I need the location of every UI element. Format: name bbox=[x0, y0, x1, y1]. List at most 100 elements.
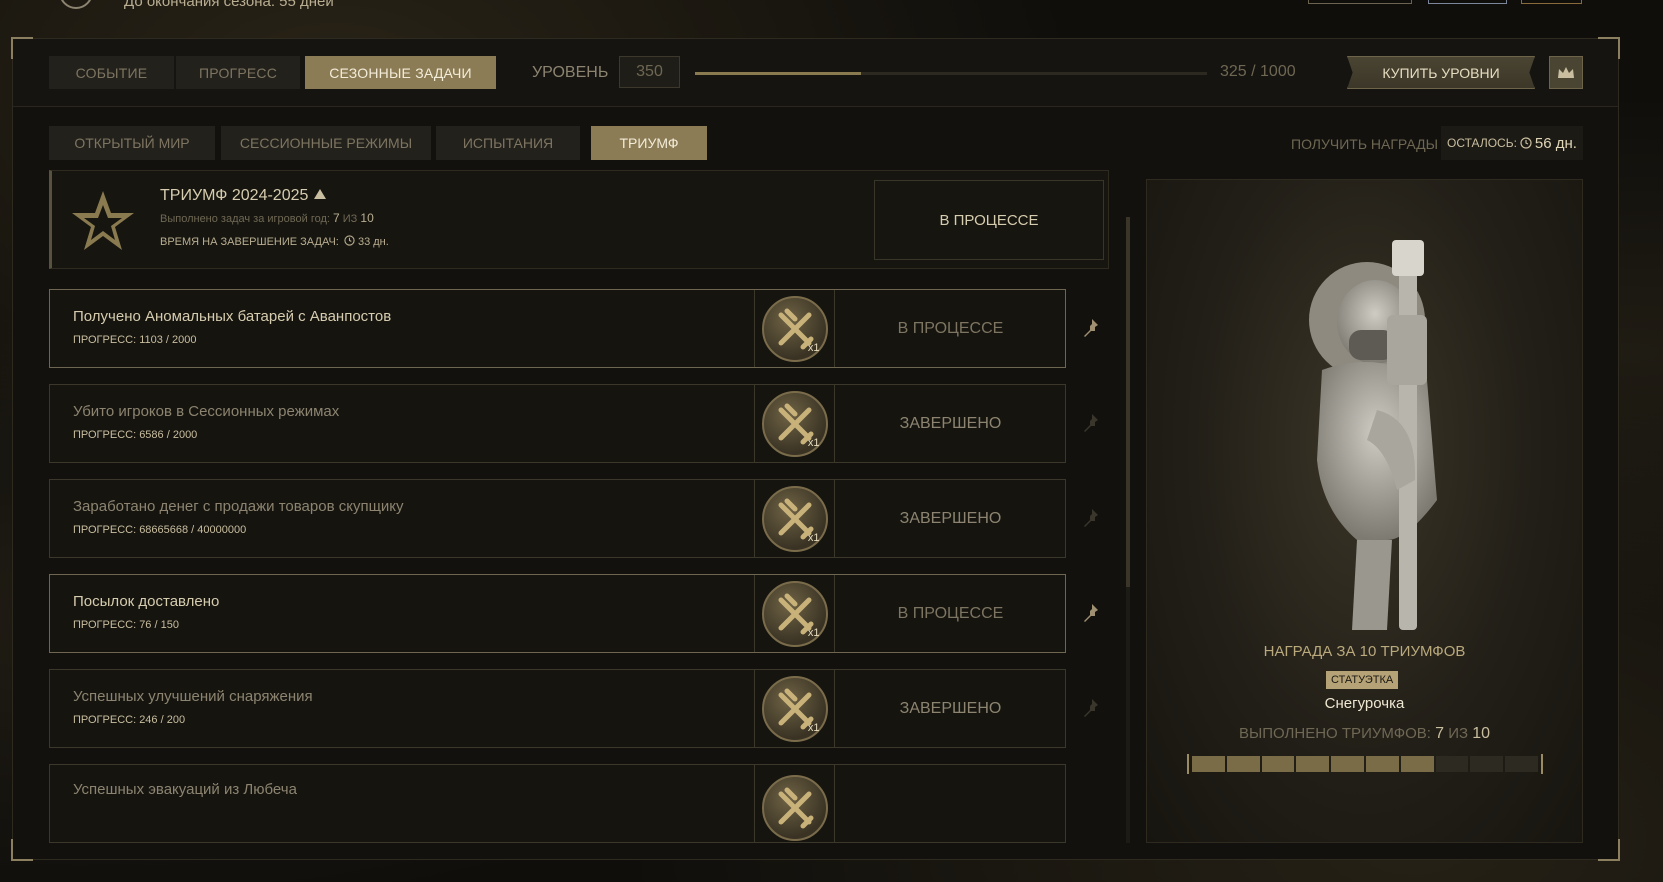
reward-count: x1 bbox=[807, 721, 820, 734]
triumph-time-value: 33 дн. bbox=[357, 236, 389, 248]
task-list[interactable]: Получено Аномальных батарей с Аванпостов… bbox=[49, 289, 1119, 843]
pin-icon[interactable] bbox=[1082, 318, 1102, 338]
triumph-time: ВРЕМЯ НА ЗАВЕРШЕНИЕ ЗАДАЧ: 33 дн. bbox=[160, 235, 389, 248]
reward-progress-segment bbox=[1261, 756, 1295, 772]
crossed-tools-icon: x1 bbox=[761, 295, 828, 362]
reward-progress-segment bbox=[1470, 756, 1504, 772]
tab-progress[interactable]: ПРОГРЕСС bbox=[176, 56, 300, 89]
task-status: В ПРОЦЕССЕ bbox=[897, 604, 1004, 622]
triumph-of: ИЗ bbox=[342, 213, 358, 225]
crossed-tools-icon bbox=[761, 774, 828, 841]
season-emblem-icon bbox=[61, 0, 91, 9]
task-reward: x1 bbox=[754, 670, 835, 747]
triumph-title: ТРИУМФ 2024-2025 bbox=[160, 187, 327, 205]
task-progress: ПРОГРЕСС: 246 / 200 bbox=[73, 714, 186, 726]
scrollbar[interactable] bbox=[1126, 217, 1130, 843]
reward-progress-segment bbox=[1331, 756, 1364, 772]
task-progress: ПРОГРЕСС: 1103 / 2000 bbox=[73, 334, 197, 346]
season-countdown: До окончания сезона: 55 дней bbox=[124, 0, 334, 10]
task-reward: x1 bbox=[754, 480, 835, 557]
task-row: Посылок доставлено ПРОГРЕСС: 76 / 150 x1… bbox=[49, 574, 1066, 653]
scrollbar-thumb[interactable] bbox=[1126, 217, 1130, 587]
reward-name: Снегурочка bbox=[1324, 695, 1405, 712]
task-title: Получено Аномальных батарей с Аванпостов bbox=[73, 308, 392, 325]
subtab-trials[interactable]: ИСПЫТАНИЯ bbox=[436, 126, 580, 160]
reward-count: x1 bbox=[807, 531, 820, 544]
task-reward: x1 bbox=[754, 290, 835, 367]
reward-count-label: ВЫПОЛНЕНО ТРИУМФОВ: bbox=[1238, 725, 1431, 742]
tab-seasonal-tasks[interactable]: СЕЗОННЫЕ ЗАДАЧИ bbox=[305, 56, 496, 89]
task-row: Заработано денег с продажи товаров скупщ… bbox=[49, 479, 1066, 558]
task-progress: ПРОГРЕСС: 76 / 150 bbox=[73, 619, 179, 631]
crossed-tools-icon: x1 bbox=[761, 390, 828, 457]
pin-icon[interactable] bbox=[1082, 603, 1102, 623]
remaining-label: ОСТАЛОСЬ: bbox=[1447, 136, 1517, 150]
triumph-title-text: ТРИУМФ 2024-2025 bbox=[160, 187, 309, 204]
subtab-session-modes[interactable]: СЕССИОННЫЕ РЕЖИМЫ bbox=[221, 126, 431, 160]
subtab-open-world[interactable]: ОТКРЫТЫЙ МИР bbox=[49, 126, 215, 160]
buy-levels-button[interactable]: КУПИТЬ УРОВНИ bbox=[1347, 56, 1535, 89]
task-status: ЗАВЕРШЕНО bbox=[899, 414, 1002, 432]
triumph-summary-label: Выполнено задач за игровой год: bbox=[160, 213, 330, 225]
clock-icon bbox=[1520, 137, 1532, 149]
reward-progress-bar bbox=[1187, 754, 1543, 774]
triumph-total: 10 bbox=[360, 211, 374, 225]
task-row: Успешных эвакуаций из Любеча bbox=[49, 764, 1066, 843]
crossed-tools-icon: x1 bbox=[761, 580, 828, 647]
frame-corner bbox=[1598, 839, 1620, 861]
collapse-arrow-icon[interactable] bbox=[314, 189, 327, 199]
reward-progress-segment bbox=[1505, 756, 1538, 772]
task-reward bbox=[754, 765, 835, 842]
task-status: В ПРОЦЕССЕ bbox=[897, 319, 1004, 337]
reward-of: ИЗ bbox=[1448, 725, 1469, 742]
tab-event[interactable]: СОБЫТИЕ bbox=[49, 56, 174, 89]
top-button-3[interactable] bbox=[1521, 0, 1582, 4]
reward-progress-segment bbox=[1226, 756, 1260, 772]
level-label: УРОВЕНЬ bbox=[532, 64, 609, 81]
reward-count: x1 bbox=[807, 626, 820, 639]
subtab-triumph[interactable]: ТРИУМФ bbox=[591, 126, 707, 160]
statuette-figure-image bbox=[1309, 240, 1437, 630]
pin-icon[interactable] bbox=[1082, 698, 1102, 718]
reward-progress-text: ВЫПОЛНЕНО ТРИУМФОВ: 7 ИЗ 10 bbox=[1147, 725, 1582, 743]
task-row: Успешных улучшений снаряжения ПРОГРЕСС: … bbox=[49, 669, 1066, 748]
task-progress: ПРОГРЕСС: 68665668 / 40000000 bbox=[73, 524, 247, 536]
task-title: Успешных улучшений снаряжения bbox=[73, 688, 313, 705]
level-progress-fill bbox=[695, 72, 862, 75]
task-row: Убито игроков в Сессионных режимах ПРОГР… bbox=[49, 384, 1066, 463]
reward-progress-segment bbox=[1400, 756, 1434, 772]
get-rewards-link[interactable]: ПОЛУЧИТЬ НАГРАДЫ bbox=[1291, 136, 1438, 152]
reward-progress-segment bbox=[1296, 756, 1330, 772]
task-title: Успешных эвакуаций из Любеча bbox=[73, 781, 297, 798]
triumph-status: В ПРОЦЕССЕ bbox=[874, 180, 1104, 260]
triumph-time-label: ВРЕМЯ НА ЗАВЕРШЕНИЕ ЗАДАЧ: bbox=[160, 236, 339, 248]
pin-icon[interactable] bbox=[1082, 413, 1102, 433]
pin-icon[interactable] bbox=[1082, 508, 1102, 528]
level-progress-bar bbox=[695, 72, 1207, 75]
reward-done: 7 bbox=[1435, 725, 1445, 742]
reward-count: x1 bbox=[807, 436, 820, 449]
main-window: СОБЫТИЕ ПРОГРЕСС СЕЗОННЫЕ ЗАДАЧИ УРОВЕНЬ… bbox=[11, 37, 1620, 861]
task-status: ЗАВЕРШЕНО bbox=[899, 699, 1002, 717]
level-value: 350 bbox=[619, 56, 680, 88]
remaining-value: 56 дн. bbox=[1534, 134, 1577, 152]
reward-type-badge: СТАТУЭТКА bbox=[1326, 671, 1399, 689]
reward-total: 10 bbox=[1472, 725, 1491, 742]
top-button-2[interactable] bbox=[1428, 0, 1507, 4]
header-row: СОБЫТИЕ ПРОГРЕСС СЕЗОННЫЕ ЗАДАЧИ УРОВЕНЬ… bbox=[13, 39, 1618, 107]
task-reward: x1 bbox=[754, 385, 835, 462]
reward-title: НАГРАДА ЗА 10 ТРИУМФОВ bbox=[1263, 643, 1466, 660]
crossed-tools-icon: x1 bbox=[761, 485, 828, 552]
crown-button[interactable] bbox=[1549, 56, 1583, 89]
clock-icon bbox=[344, 235, 355, 246]
task-title: Посылок доставлено bbox=[73, 593, 220, 610]
level-progress-text: 325 / 1000 bbox=[1220, 63, 1296, 80]
top-strip: До окончания сезона: 55 дней bbox=[0, 0, 1663, 38]
task-title: Заработано денег с продажи товаров скупщ… bbox=[73, 498, 404, 515]
top-button-1[interactable] bbox=[1308, 0, 1412, 4]
task-reward: x1 bbox=[754, 575, 835, 652]
task-status: ЗАВЕРШЕНО bbox=[899, 509, 1002, 527]
reward-count: x1 bbox=[807, 341, 820, 354]
frame-corner bbox=[11, 839, 33, 861]
task-title: Убито игроков в Сессионных режимах bbox=[73, 403, 340, 420]
